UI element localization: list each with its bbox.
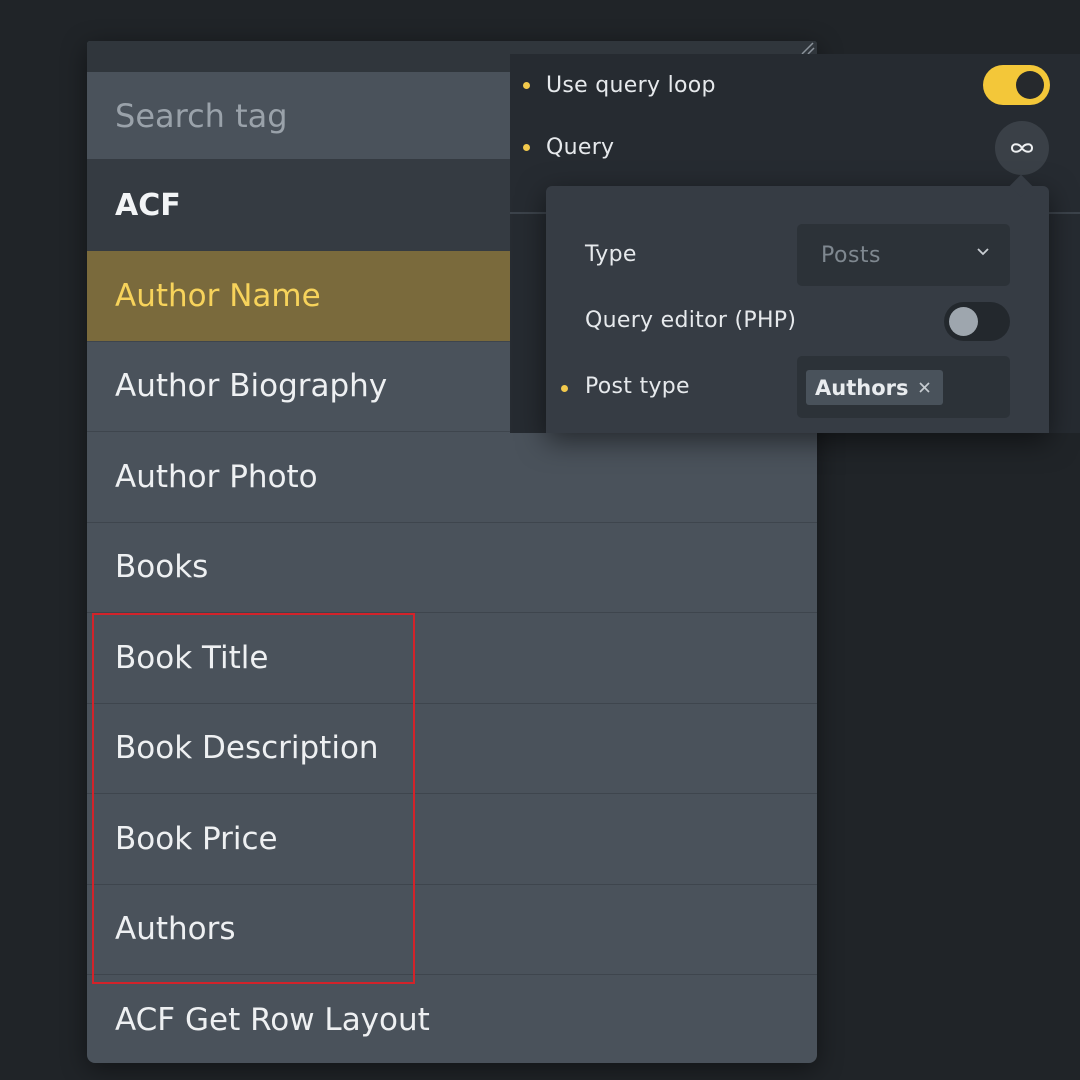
infinity-icon: [1010, 143, 1034, 153]
post-type-field[interactable]: Authors: [797, 356, 1010, 418]
use-query-loop-label: Use query loop: [546, 72, 716, 98]
tag-item-book-title[interactable]: Book Title: [87, 613, 817, 704]
post-type-tag: Authors: [806, 370, 944, 405]
type-label: Type: [585, 242, 637, 267]
tag-item-acf-get-row-layout[interactable]: ACF Get Row Layout: [87, 975, 817, 1063]
changed-indicator-dot: [523, 143, 530, 151]
toggle-knob: [1016, 71, 1044, 99]
post-type-tag-label: Authors: [815, 375, 909, 400]
resize-handle-icon[interactable]: [799, 41, 815, 55]
close-icon[interactable]: [918, 381, 931, 394]
type-select-value: Posts: [821, 242, 881, 268]
toggle-knob: [949, 307, 978, 336]
query-editor-toggle[interactable]: [944, 302, 1010, 341]
query-editor-label: Query editor (PHP): [585, 308, 797, 333]
tag-item-book-price[interactable]: Book Price: [87, 794, 817, 885]
use-query-loop-toggle[interactable]: [983, 65, 1050, 105]
query-label: Query: [546, 134, 615, 160]
changed-indicator-dot: [523, 81, 530, 89]
query-popover: Type Posts Query editor (PHP) Post type …: [546, 174, 1049, 433]
query-settings-button[interactable]: [995, 121, 1049, 175]
type-select[interactable]: Posts: [797, 224, 1010, 286]
changed-indicator-dot: [561, 385, 568, 392]
tag-item-books[interactable]: Books: [87, 523, 817, 613]
tag-item-author-photo[interactable]: Author Photo: [87, 432, 817, 523]
tag-item-book-description[interactable]: Book Description: [87, 704, 817, 794]
chevron-down-icon: [977, 248, 989, 256]
tag-item-authors[interactable]: Authors: [87, 885, 817, 975]
post-type-label: Post type: [585, 374, 690, 399]
